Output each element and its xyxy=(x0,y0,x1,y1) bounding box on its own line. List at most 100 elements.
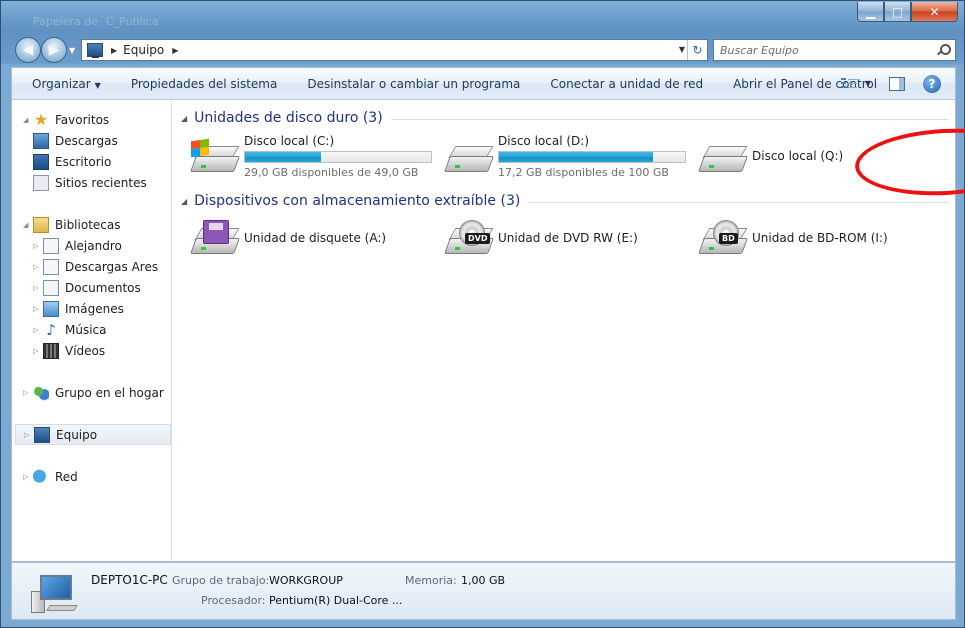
pictures-icon xyxy=(43,300,59,317)
red-circle-annotation xyxy=(853,124,965,200)
sidebar-item-recent-places[interactable]: Sitios recientes xyxy=(12,172,170,193)
search-icon[interactable] xyxy=(937,44,951,56)
expand-icon[interactable]: ▷ xyxy=(23,473,33,481)
sidebar-item-network[interactable]: ▷ Red xyxy=(12,466,170,487)
expand-icon[interactable]: ▷ xyxy=(33,284,43,292)
sidebar-item-label: Vídeos xyxy=(65,343,106,358)
device-tile-floppy[interactable]: Unidad de disquete (A:) xyxy=(190,216,387,264)
sidebar-item-label: Equipo xyxy=(56,427,98,442)
expand-icon[interactable]: ▷ xyxy=(33,263,43,271)
close-button[interactable]: ✕ xyxy=(911,2,958,22)
group-title: Dispositivos con almacenamiento extraíbl… xyxy=(194,193,521,209)
sidebar-item-pictures[interactable]: ▷ Imágenes xyxy=(12,298,170,319)
collapse-group-icon[interactable]: ◢ xyxy=(181,114,187,123)
caption-buttons: ▁ □ ✕ xyxy=(857,2,958,22)
windows-logo-icon xyxy=(191,138,209,158)
sidebar-item-videos[interactable]: ▷ Vídeos xyxy=(12,340,170,361)
memory-label: Memoria: xyxy=(405,574,457,587)
workgroup-value: WORKGROUP xyxy=(269,574,343,587)
preview-pane-icon[interactable] xyxy=(889,76,905,91)
recent-places-icon xyxy=(33,174,49,191)
drive-free-space: 29,0 GB disponibles de 49,0 GB xyxy=(244,166,419,179)
breadcrumb-separator-icon[interactable]: ▶ xyxy=(172,46,178,55)
search-input[interactable]: Buscar Equipo xyxy=(720,44,799,57)
view-controls: ▼ ? xyxy=(840,68,955,99)
bd-drive-icon: BD xyxy=(698,220,748,260)
expand-icon[interactable]: ▷ xyxy=(33,305,43,313)
collapse-group-icon[interactable]: ◢ xyxy=(181,197,187,206)
drive-usage-fill xyxy=(499,152,654,162)
computer-icon xyxy=(34,426,50,443)
back-arrow-icon: ◀ xyxy=(22,42,34,58)
breadcrumb-equipo[interactable]: Equipo xyxy=(123,43,164,57)
drive-usage-bar xyxy=(498,151,686,163)
sidebar-item-documents[interactable]: ▷ Documentos xyxy=(12,277,170,298)
command-bar: Organizar ▼ Propiedades del sistema Desin… xyxy=(11,67,956,100)
device-name: Unidad de disquete (A:) xyxy=(244,231,387,245)
sidebar-item-alejandro[interactable]: ▷ Alejandro xyxy=(12,235,170,256)
change-view-icon[interactable] xyxy=(840,77,857,91)
group-title: Unidades de disco duro (3) xyxy=(194,110,383,126)
floppy-disk-icon xyxy=(203,220,229,244)
computer-name: DEPTO1C-PC xyxy=(91,573,168,587)
drive-tile-q[interactable]: Disco local (Q:) xyxy=(698,134,843,182)
sidebar-item-desktop[interactable]: Escritorio xyxy=(12,151,170,172)
sidebar-item-homegroup[interactable]: ▷ Grupo en el hogar xyxy=(12,382,170,403)
chevron-down-icon: ▼ xyxy=(94,80,101,90)
drive-tile-d[interactable]: Disco local (D:) 17,2 GB disponibles de … xyxy=(444,134,686,182)
group-divider xyxy=(390,118,949,120)
expand-icon[interactable]: ▷ xyxy=(33,347,43,355)
drive-usage-bar xyxy=(244,151,432,163)
hard-drive-icon xyxy=(444,138,494,178)
breadcrumb-separator-icon[interactable]: ▶ xyxy=(111,46,117,55)
minimize-icon: ▁ xyxy=(865,4,876,19)
background-desktop-label: C_Publica xyxy=(106,15,159,28)
recent-pages-dropdown[interactable]: ▼ xyxy=(69,46,78,55)
group-header-hard-drives[interactable]: ◢ Unidades de disco duro (3) xyxy=(181,108,949,128)
sidebar-item-label: Descargas Ares xyxy=(65,259,159,274)
forward-arrow-icon: ▶ xyxy=(48,42,60,58)
back-button[interactable]: ◀ xyxy=(15,37,41,63)
collapse-icon[interactable]: ◢ xyxy=(23,116,33,124)
sidebar-item-libraries[interactable]: ◢ Bibliotecas xyxy=(12,214,170,235)
search-box[interactable]: Buscar Equipo xyxy=(713,39,956,61)
sidebar-item-label: Música xyxy=(65,322,107,337)
libraries-icon xyxy=(33,216,49,233)
address-dropdown-icon[interactable]: ▼ xyxy=(679,45,685,54)
view-options-chevron-icon[interactable]: ▼ xyxy=(865,79,871,88)
collapse-icon[interactable]: ◢ xyxy=(23,221,33,229)
sidebar-item-descargas-ares[interactable]: ▷ Descargas Ares xyxy=(12,256,170,277)
uninstall-program-button[interactable]: Desinstalar o cambiar un programa xyxy=(292,77,535,91)
device-tile-bd[interactable]: BD Unidad de BD-ROM (I:) xyxy=(698,216,888,264)
system-properties-button[interactable]: Propiedades del sistema xyxy=(116,77,293,91)
sidebar-item-music[interactable]: ▷ ♪ Música xyxy=(12,319,170,340)
address-bar[interactable]: ▶ Equipo ▶ ▼ ↻ xyxy=(81,39,708,61)
forward-button[interactable]: ▶ xyxy=(41,37,67,63)
minimize-button[interactable]: ▁ xyxy=(857,2,884,22)
organize-label: Organizar xyxy=(32,76,91,91)
drive-tile-c[interactable]: Disco local (C:) 29,0 GB disponibles de … xyxy=(190,134,432,182)
device-tile-dvd[interactable]: DVD Unidad de DVD RW (E:) xyxy=(444,216,638,264)
drive-name: Disco local (C:) xyxy=(244,134,335,148)
group-header-removable[interactable]: ◢ Dispositivos con almacenamiento extraí… xyxy=(181,191,949,211)
expand-icon[interactable]: ▷ xyxy=(33,242,43,250)
explorer-window: Papelera de C_Publica ▁ □ ✕ ◀ ▶ ▼ ▶ Equi… xyxy=(0,0,965,628)
library-icon xyxy=(43,237,59,254)
sidebar-item-computer[interactable]: ▷ Equipo xyxy=(15,424,171,445)
maximize-button[interactable]: □ xyxy=(884,2,911,22)
sidebar-item-downloads[interactable]: Descargas xyxy=(12,130,170,151)
expand-icon[interactable]: ▷ xyxy=(33,326,43,334)
content-area: ◢ ★ Favoritos Descargas Escritorio Sitio… xyxy=(11,100,965,562)
details-pane: DEPTO1C-PC Grupo de trabajo: WORKGROUP M… xyxy=(11,562,956,620)
expand-icon[interactable]: ▷ xyxy=(24,431,34,439)
sidebar-item-favorites[interactable]: ◢ ★ Favoritos xyxy=(12,109,170,130)
device-name: Unidad de BD-ROM (I:) xyxy=(752,231,888,245)
organize-menu-button[interactable]: Organizar ▼ xyxy=(12,77,116,91)
expand-icon[interactable]: ▷ xyxy=(23,389,33,397)
help-icon[interactable]: ? xyxy=(923,74,941,93)
navigation-row: ◀ ▶ ▼ ▶ Equipo ▶ ▼ ↻ Buscar Equipo xyxy=(11,37,956,63)
desktop-icon xyxy=(33,153,49,170)
map-network-drive-button[interactable]: Conectar a unidad de red xyxy=(535,77,718,91)
refresh-button[interactable]: ↻ xyxy=(687,40,707,60)
file-list-pane: ◢ Unidades de disco duro (3) Disco local… xyxy=(173,100,965,561)
